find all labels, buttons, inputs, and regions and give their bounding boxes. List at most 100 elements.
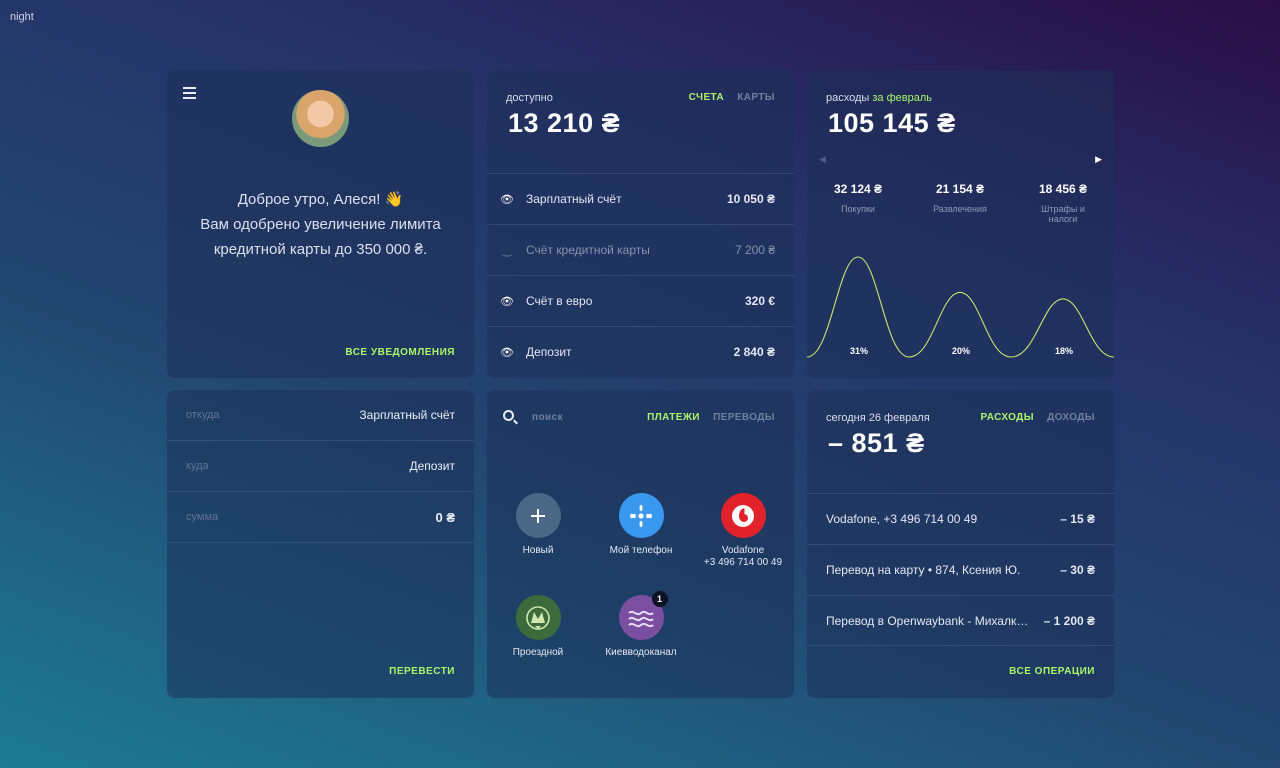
payment-label-phone: +3 496 714 00 49 [703,557,783,568]
account-value: 320 € [744,294,775,308]
payment-new[interactable]: Новый [488,493,588,557]
account-row[interactable]: 👁 Зарплатный счёт 10 050 ₴ [487,173,794,224]
transfer-from-row[interactable]: откуда Зарплатный счёт [167,390,474,441]
to-value[interactable]: Депозит [409,459,455,473]
next-arrow-icon[interactable]: ▶ [1095,154,1102,165]
category-percent: 18% [1055,346,1074,356]
operation-desc: Перевод на карту • 874, Ксения Ю. [826,563,1021,577]
menu-icon[interactable] [183,87,196,99]
theme-label[interactable]: night [10,11,34,23]
expenses-label-text: расходы [826,92,870,104]
account-row[interactable]: 👁 Депозит 2 840 ₴ [487,326,794,377]
eye-closed-icon[interactable]: ‿ [500,244,514,257]
to-label: куда [186,460,209,472]
sum-label: сумма [186,511,219,523]
account-row[interactable]: 👁 Счёт в евро 320 € [487,275,794,326]
kyivstar-icon[interactable] [618,493,664,538]
category-value: 21 154 ₴ [935,182,985,196]
operation-row[interactable]: Перевод на карту • 874, Ксения Ю. – 30 ₴ [807,544,1114,595]
eye-icon[interactable]: 👁 [500,295,514,308]
operation-desc: Перевод в Openwaybank - Михалко… [826,613,1034,628]
account-value: 10 050 ₴ [726,192,775,206]
category-name: Развлечения [933,204,987,214]
payment-travel-card[interactable]: Проездной [488,595,588,659]
transfer-sum-row[interactable]: сумма 0 ₴ [167,492,474,543]
from-label: откуда [186,409,220,421]
expenses-card: расходы за февраль 105 145 ₴ ◀ ▶ 32 124 … [807,70,1114,378]
expenses-label: расходы за февраль [826,92,932,104]
metro-icon[interactable] [515,595,561,640]
from-value[interactable]: Зарплатный счёт [359,408,455,422]
operations-tabs: РАСХОДЫ ДОХОДЫ [971,412,1095,423]
wave-icon[interactable]: 1 [618,591,668,640]
payment-label: Киевводоканал [605,647,677,658]
accounts-card: доступно СЧЕТА КАРТЫ 13 210 ₴ 👁 Зарплатн… [487,70,794,378]
category-value: 18 456 ₴ [1038,182,1088,196]
today-operations-card: сегодня 26 февраля РАСХОДЫ ДОХОДЫ – 851 … [807,390,1114,698]
operation-value: – 30 ₴ [1060,563,1095,577]
greeting-line: кредитной карты до 350 000 ₴. [213,241,428,258]
greeting-line: Доброе утро, Алеся! 👋 [237,191,404,208]
payment-label: Vodafone +3 496 714 00 49 [693,545,793,569]
category-name: Покупки [841,204,875,214]
expenses-period[interactable]: за февраль [872,92,932,104]
operation-row[interactable]: Vodafone, +3 496 714 00 49 – 15 ₴ [807,493,1114,544]
available-label: доступно [506,92,553,104]
operation-value: – 15 ₴ [1060,512,1095,526]
vodafone-icon[interactable] [720,493,766,538]
available-amount: 13 210 ₴ [508,108,621,138]
payments-card: поиск ПЛАТЕЖИ ПЕРЕВОДЫ Новый Мой телефон… [487,390,794,698]
account-name: Зарплатный счёт [526,192,622,206]
account-value: 7 200 ₴ [734,243,775,257]
notifications-card: Доброе утро, Алеся! 👋 Вам одобрено увели… [167,70,474,378]
payment-label: Проездной [512,647,564,658]
all-operations-link[interactable]: ВСЕ ОПЕРАЦИИ [1009,666,1095,677]
search-icon[interactable] [503,410,514,421]
payment-my-phone[interactable]: Мой телефон [591,493,691,557]
account-name: Депозит [526,345,572,359]
category-percent: 20% [952,346,971,356]
payment-vodafone[interactable]: Vodafone +3 496 714 00 49 [693,493,793,569]
greeting-line: Вам одобрено увеличение лимита [200,216,441,233]
plus-icon[interactable] [515,493,561,538]
expenses-wave-chart [807,256,1114,358]
category-percent: 31% [850,346,869,356]
today-date: сегодня 26 февраля [826,412,930,424]
tab-cards[interactable]: КАРТЫ [737,92,775,103]
expense-category[interactable]: 32 124 ₴ Покупки [813,182,903,214]
greeting-message: Доброе утро, Алеся! 👋 Вам одобрено увели… [167,187,474,262]
account-value: 2 840 ₴ [733,345,775,359]
operation-row[interactable]: Перевод в Openwaybank - Михалко… – 1 200… [807,595,1114,646]
all-notifications-link[interactable]: ВСЕ УВЕДОМЛЕНИЯ [345,347,455,358]
transfer-card: откуда Зарплатный счёт куда Депозит сумм… [167,390,474,698]
payment-label: Мой телефон [609,545,673,556]
payment-label: Новый [522,545,554,556]
expense-category[interactable]: 18 456 ₴ Штрафы и налоги [1018,182,1108,224]
eye-icon[interactable]: 👁 [500,346,514,359]
payments-tabs: ПЛАТЕЖИ ПЕРЕВОДЫ [637,412,775,423]
notification-badge: 1 [651,591,668,607]
account-row[interactable]: ‿ Счёт кредитной карты 7 200 ₴ [487,224,794,275]
search-input[interactable]: поиск [532,412,563,423]
tab-income[interactable]: ДОХОДЫ [1047,412,1095,423]
sum-input[interactable]: 0 ₴ [435,510,455,525]
tab-expenses[interactable]: РАСХОДЫ [981,412,1034,423]
tab-payments[interactable]: ПЛАТЕЖИ [647,412,700,423]
prev-arrow-icon[interactable]: ◀ [819,154,826,165]
operation-desc: Vodafone, +3 496 714 00 49 [826,512,978,526]
account-name: Счёт в евро [526,294,593,308]
tab-transfers[interactable]: ПЕРЕВОДЫ [713,412,775,423]
account-name: Счёт кредитной карты [526,243,650,257]
avatar[interactable] [292,90,349,147]
tab-accounts[interactable]: СЧЕТА [689,92,724,103]
expense-category[interactable]: 21 154 ₴ Развлечения [915,182,1005,214]
payment-label-name: Vodafone [721,545,765,556]
today-amount: – 851 ₴ [828,428,925,458]
payment-kyivvodokanal[interactable]: 1 Киевводоканал [591,591,691,659]
category-value: 32 124 ₴ [833,182,883,196]
transfer-button[interactable]: ПЕРЕВЕСТИ [389,666,455,677]
operation-value: – 1 200 ₴ [1043,613,1095,628]
expenses-amount: 105 145 ₴ [828,108,956,138]
transfer-to-row[interactable]: куда Депозит [167,441,474,492]
eye-icon[interactable]: 👁 [500,193,514,206]
